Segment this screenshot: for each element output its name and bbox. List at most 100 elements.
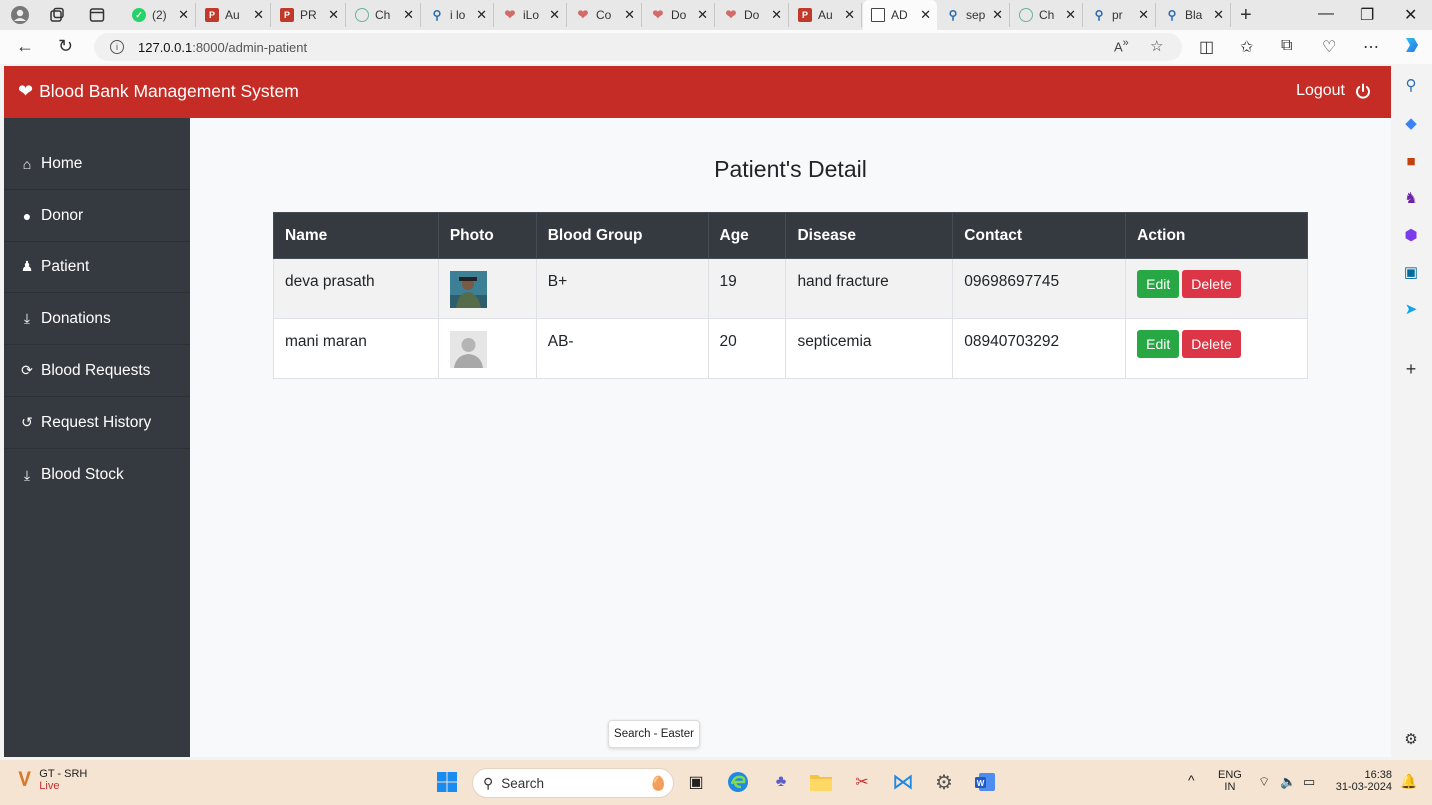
close-icon[interactable]: ✕	[697, 7, 708, 23]
copilot-icon[interactable]	[1402, 35, 1422, 60]
language-indicator[interactable]: ENG IN	[1218, 769, 1242, 793]
logout-label: Logout	[1296, 82, 1345, 99]
read-aloud-icon[interactable]: A»	[1114, 37, 1129, 54]
file-explorer-icon[interactable]	[809, 770, 833, 794]
address-bar[interactable]: i 127.0.0.1:8000/admin-patient	[94, 33, 1182, 61]
browser-tab[interactable]: ❤ iLo ✕	[495, 3, 567, 27]
browser-tab[interactable]: ⚲ i lo ✕	[422, 3, 494, 27]
browser-tab[interactable]: P Au ✕	[790, 3, 862, 27]
close-icon[interactable]: ✕	[992, 7, 1003, 23]
back-icon[interactable]: ←	[16, 36, 34, 57]
task-view-icon[interactable]: ▣	[684, 770, 708, 794]
browser-tab[interactable]: P PR ✕	[272, 3, 346, 27]
browser-essentials-icon[interactable]: ♡	[1322, 37, 1336, 57]
edit-button[interactable]: Edit	[1137, 270, 1180, 298]
battery-icon[interactable]: ▭	[1303, 774, 1315, 790]
browser-tab[interactable]: ⚲ sep ✕	[938, 3, 1010, 27]
sidebar-item-blood-requests[interactable]: ⟳ Blood Requests	[4, 345, 190, 397]
browser-tab[interactable]: ⚲ pr ✕	[1084, 3, 1156, 27]
start-icon[interactable]	[435, 770, 459, 794]
photo-cell	[437, 318, 537, 379]
refresh-icon[interactable]: ↻	[58, 36, 73, 57]
sidebar-item-donor[interactable]: ● Donor	[4, 190, 190, 242]
outlook-icon[interactable]: ▣	[1402, 263, 1420, 281]
send-icon[interactable]: ➤	[1402, 300, 1420, 318]
close-icon[interactable]: ✕	[549, 7, 560, 23]
contact: 09698697745	[952, 258, 1127, 319]
close-icon[interactable]: ✕	[253, 7, 264, 23]
sidebar-item-blood-stock[interactable]: ⤓ Blood Stock	[4, 449, 190, 501]
word-icon[interactable]: W	[973, 770, 997, 794]
browser-tab[interactable]: Ch ✕	[1011, 3, 1083, 27]
browser-tab-active[interactable]: AD ✕	[863, 0, 937, 30]
sidebar-item-request-history[interactable]: ↺ Request History	[4, 397, 190, 449]
vscode-icon[interactable]: ⋈	[891, 769, 915, 794]
microsoft-365-icon[interactable]: ⬢	[1402, 226, 1420, 244]
browser-tab[interactable]: Ch ✕	[347, 3, 421, 27]
browser-tab[interactable]: ❤ Do ✕	[643, 3, 715, 27]
search-icon[interactable]: ⚲	[1402, 76, 1420, 94]
browser-tab[interactable]: ✓ (2) ✕	[124, 3, 196, 27]
settings-icon[interactable]: ⚙	[932, 770, 956, 794]
close-icon[interactable]: ✕	[1213, 7, 1224, 23]
workspaces-icon[interactable]	[46, 4, 68, 26]
snipping-tool-icon[interactable]: ✂	[850, 770, 874, 794]
delete-button[interactable]: Delete	[1182, 270, 1241, 298]
sidebar-item-donations[interactable]: ⤓ Donations	[4, 293, 190, 345]
tools-icon[interactable]: ■	[1402, 152, 1420, 170]
clock[interactable]: 16:38 31-03-2024	[1332, 769, 1392, 793]
volume-icon[interactable]: 🔈	[1280, 774, 1296, 790]
search-icon: ⚲	[1167, 8, 1177, 22]
profile-icon[interactable]	[9, 4, 31, 26]
games-icon[interactable]: ♞	[1402, 189, 1420, 207]
close-icon[interactable]: ✕	[328, 7, 339, 23]
close-icon[interactable]: ✕	[844, 7, 855, 23]
taskbar-search[interactable]: ⚲ Search 🥚	[472, 768, 674, 798]
more-options-icon[interactable]: ⋯	[1363, 37, 1379, 57]
teams-icon[interactable]: ♣	[769, 770, 793, 794]
patient-name: mani maran	[273, 318, 439, 379]
chevron-up-icon[interactable]: ^	[1188, 772, 1195, 788]
browser-tab[interactable]: ❤ Co ✕	[568, 3, 642, 27]
wifi-icon[interactable]: ⌔	[1258, 774, 1270, 790]
close-icon[interactable]: ✕	[624, 7, 635, 23]
delete-button[interactable]: Delete	[1182, 330, 1241, 358]
collections-icon[interactable]: ⧉	[1281, 37, 1292, 55]
sidebar-item-patient[interactable]: ♟ Patient	[4, 241, 190, 293]
restore-icon[interactable]: ❐	[1360, 5, 1374, 25]
brand[interactable]: ❤ Blood Bank Management System	[18, 81, 299, 102]
close-icon[interactable]: ✕	[771, 7, 782, 23]
edit-button[interactable]: Edit	[1137, 330, 1180, 358]
browser-tab[interactable]: P Au ✕	[197, 3, 271, 27]
close-icon[interactable]: ✕	[920, 7, 931, 23]
logout-link[interactable]: Logout	[1296, 82, 1371, 100]
browser-tab[interactable]: ⚲ Bla ✕	[1157, 3, 1231, 27]
sidebar-item-home[interactable]: ⌂ Home	[4, 138, 190, 190]
pdf-icon: P	[205, 8, 219, 22]
close-icon[interactable]: ✕	[178, 7, 189, 23]
split-screen-icon[interactable]: ◫	[1199, 37, 1214, 57]
page-title: Patient's Detail	[714, 156, 867, 182]
notification-bell-icon[interactable]: 🔔	[1400, 773, 1417, 790]
heart-icon: ❤	[725, 7, 737, 22]
tab-actions-icon[interactable]	[86, 4, 108, 26]
close-window-icon[interactable]: ✕	[1404, 5, 1417, 25]
new-tab-icon[interactable]: +	[1240, 4, 1252, 27]
close-icon[interactable]: ✕	[476, 7, 487, 23]
add-icon[interactable]: +	[1402, 359, 1420, 379]
settings-icon[interactable]: ⚙	[1402, 730, 1420, 748]
power-icon	[1355, 83, 1371, 99]
table-row: mani maran AB- 20 septicemia 08940703292…	[273, 318, 1308, 379]
browser-tab[interactable]: ❤ Do ✕	[716, 3, 789, 27]
widgets-weather[interactable]: 𝐕 GT - SRH Live	[18, 768, 87, 792]
close-icon[interactable]: ✕	[1065, 7, 1076, 23]
svg-text:W: W	[977, 779, 985, 788]
favorite-star-icon[interactable]: ☆	[1150, 37, 1163, 55]
info-icon[interactable]: i	[110, 40, 124, 54]
minimize-icon[interactable]: —	[1318, 5, 1334, 23]
close-icon[interactable]: ✕	[403, 7, 414, 23]
shopping-tag-icon[interactable]: ◆	[1402, 114, 1420, 132]
favorites-icon[interactable]: ✩	[1240, 37, 1253, 57]
edge-browser-icon[interactable]	[726, 770, 750, 794]
close-icon[interactable]: ✕	[1138, 7, 1149, 23]
